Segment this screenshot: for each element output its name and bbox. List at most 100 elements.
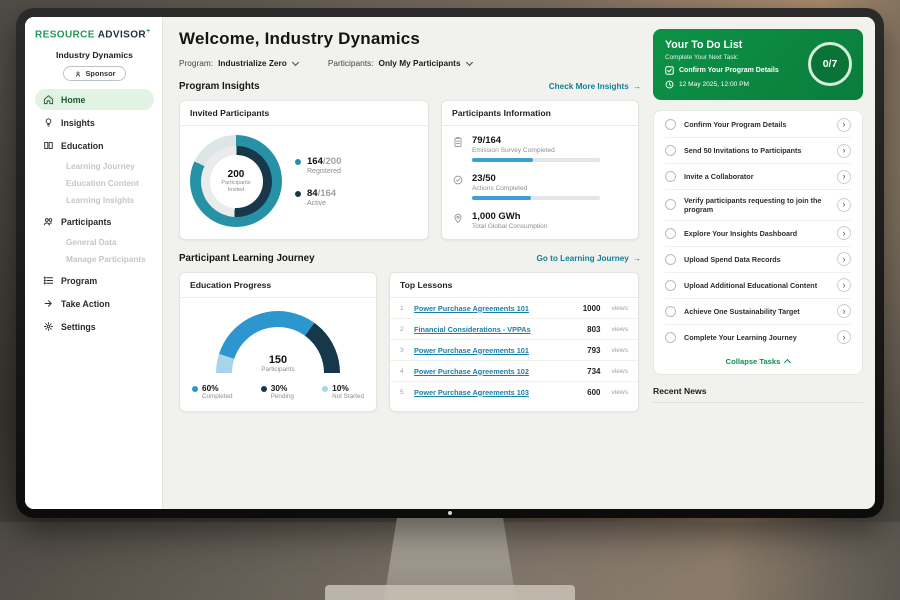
task-item[interactable]: Confirm Your Program Details › [665, 112, 851, 138]
sidebar-item-education-content[interactable]: Education Content [35, 175, 154, 192]
stat-actions-completed: 23/50 Actions Completed [452, 173, 628, 200]
lessons-card-title: Top Lessons [390, 273, 638, 298]
book-icon [43, 140, 54, 151]
lesson-link[interactable]: Power Purchase Agreements 101 [414, 346, 579, 355]
list-icon [43, 275, 54, 286]
clipboard-icon [452, 136, 464, 148]
task-item[interactable]: Complete Your Learning Journey › [665, 325, 851, 350]
invited-card-title: Invited Participants [180, 101, 428, 126]
task-checkbox[interactable] [665, 228, 676, 239]
education-card-title: Education Progress [180, 273, 376, 298]
participants-filter-value: Only My Participants [378, 58, 460, 68]
chevron-right-icon[interactable]: › [837, 144, 851, 158]
chevron-right-icon[interactable]: › [837, 226, 851, 240]
donut-center-value: 200 [228, 169, 245, 180]
sidebar-item-education[interactable]: Education [35, 135, 154, 156]
sidebar-item-learning-insights[interactable]: Learning Insights [35, 192, 154, 209]
logo-text-advisor: ADVISOR [98, 29, 146, 40]
sidebar-item-participants[interactable]: Participants [35, 211, 154, 232]
task-checkbox[interactable] [665, 171, 676, 182]
task-item[interactable]: Achieve One Sustainability Target › [665, 299, 851, 325]
pale-dot [322, 386, 328, 392]
home-icon [43, 94, 54, 105]
checkbox-icon [665, 66, 674, 75]
task-item[interactable]: Upload Additional Educational Content › [665, 273, 851, 299]
lesson-link[interactable]: Power Purchase Agreements 102 [414, 367, 579, 376]
task-list-card: Confirm Your Program Details › Send 50 I… [653, 110, 863, 375]
participants-information-card: Participants Information 79/164 Emission… [441, 100, 639, 240]
lesson-row: 2 Financial Considerations - VPPAs 803 v… [390, 319, 638, 340]
app-logo: RESOURCE ADVISOR+ [35, 28, 154, 40]
check-more-insights-link[interactable]: Check More Insights → [549, 82, 641, 91]
legend-not-started: 10% Not Started [322, 383, 364, 400]
legend-registered: 164/200 Registered [295, 156, 341, 175]
gauge-center-value: 150 [216, 354, 340, 366]
program-insights-title: Program Insights [179, 81, 260, 92]
sidebar-item-general-data[interactable]: General Data [35, 234, 154, 251]
arrow-right-icon: → [633, 82, 641, 91]
filters-row: Program: Industrialize Zero Participants… [179, 58, 641, 68]
lesson-row: 1 Power Purchase Agreements 101 1000 vie… [390, 298, 638, 319]
learning-journey-title: Participant Learning Journey [179, 253, 315, 264]
chevron-right-icon[interactable]: › [837, 198, 851, 212]
participants-filter-dropdown[interactable]: Participants: Only My Participants [328, 58, 472, 68]
task-item[interactable]: Verify participants requesting to join t… [665, 190, 851, 221]
chevron-right-icon[interactable]: › [837, 304, 851, 318]
collapse-tasks-link[interactable]: Collapse Tasks [665, 350, 851, 370]
teal-dot [295, 159, 301, 165]
chevron-right-icon[interactable]: › [837, 252, 851, 266]
donut-center-label: Participants Invited [215, 180, 257, 194]
gauge-center-label: Participants [216, 366, 340, 373]
sidebar-item-home[interactable]: Home [35, 89, 154, 110]
stat-global-consumption: 1,000 GWh Total Global Consumption [452, 211, 628, 230]
task-item[interactable]: Upload Spend Data Records › [665, 247, 851, 273]
task-item[interactable]: Send 50 Invitations to Participants › [665, 138, 851, 164]
chevron-right-icon[interactable]: › [837, 118, 851, 132]
task-checkbox[interactable] [665, 306, 676, 317]
program-filter-value: Industrialize Zero [218, 58, 287, 68]
monitor-stand-base [325, 585, 575, 600]
sidebar-item-insights[interactable]: Insights [35, 112, 154, 133]
sidebar-item-settings[interactable]: Settings [35, 316, 154, 337]
chevron-down-icon [466, 58, 473, 65]
navy-dot [295, 191, 301, 197]
todo-summary-card: Your To Do List Complete Your Next Task:… [653, 29, 863, 100]
go-to-learning-journey-link[interactable]: Go to Learning Journey → [536, 254, 641, 263]
sidebar-item-manage-participants[interactable]: Manage Participants [35, 251, 154, 268]
lesson-row: 4 Power Purchase Agreements 102 734 view… [390, 361, 638, 382]
education-progress-card: Education Progress 150 Participants [179, 272, 377, 412]
task-checkbox[interactable] [665, 199, 676, 210]
task-item[interactable]: Invite a Collaborator › [665, 164, 851, 190]
lesson-link[interactable]: Financial Considerations - VPPAs [414, 325, 579, 334]
lesson-link[interactable]: Power Purchase Agreements 101 [414, 304, 575, 313]
program-filter-dropdown[interactable]: Program: Industrialize Zero [179, 58, 298, 68]
task-checkbox[interactable] [665, 280, 676, 291]
gear-icon [43, 321, 54, 332]
sponsor-badge-label: Sponsor [86, 69, 116, 78]
monitor-bezel: RESOURCE ADVISOR+ Industry Dynamics Spon… [16, 8, 884, 518]
lesson-link[interactable]: Power Purchase Agreements 103 [414, 388, 579, 397]
sidebar-item-learning-journey[interactable]: Learning Journey [35, 158, 154, 175]
check-circle-icon [452, 174, 464, 186]
task-checkbox[interactable] [665, 119, 676, 130]
task-checkbox[interactable] [665, 254, 676, 265]
sidebar-item-take-action[interactable]: Take Action [35, 293, 154, 314]
dashboard-screen: RESOURCE ADVISOR+ Industry Dynamics Spon… [25, 17, 875, 509]
chevron-right-icon[interactable]: › [837, 278, 851, 292]
emission-progress-bar [472, 158, 600, 162]
person-icon [74, 70, 82, 78]
sidebar: RESOURCE ADVISOR+ Industry Dynamics Spon… [25, 17, 163, 509]
chevron-right-icon[interactable]: › [837, 170, 851, 184]
chevron-down-icon [292, 58, 299, 65]
task-checkbox[interactable] [665, 145, 676, 156]
task-checkbox[interactable] [665, 332, 676, 343]
navy-dot [261, 386, 267, 392]
sponsor-badge: Sponsor [63, 66, 127, 81]
sidebar-item-program[interactable]: Program [35, 270, 154, 291]
actions-progress-bar [472, 196, 600, 200]
task-item[interactable]: Explore Your Insights Dashboard › [665, 221, 851, 247]
chevron-right-icon[interactable]: › [837, 330, 851, 344]
location-pin-icon [452, 212, 464, 224]
lesson-row: 3 Power Purchase Agreements 101 793 view… [390, 340, 638, 361]
logo-plus: + [146, 28, 151, 35]
